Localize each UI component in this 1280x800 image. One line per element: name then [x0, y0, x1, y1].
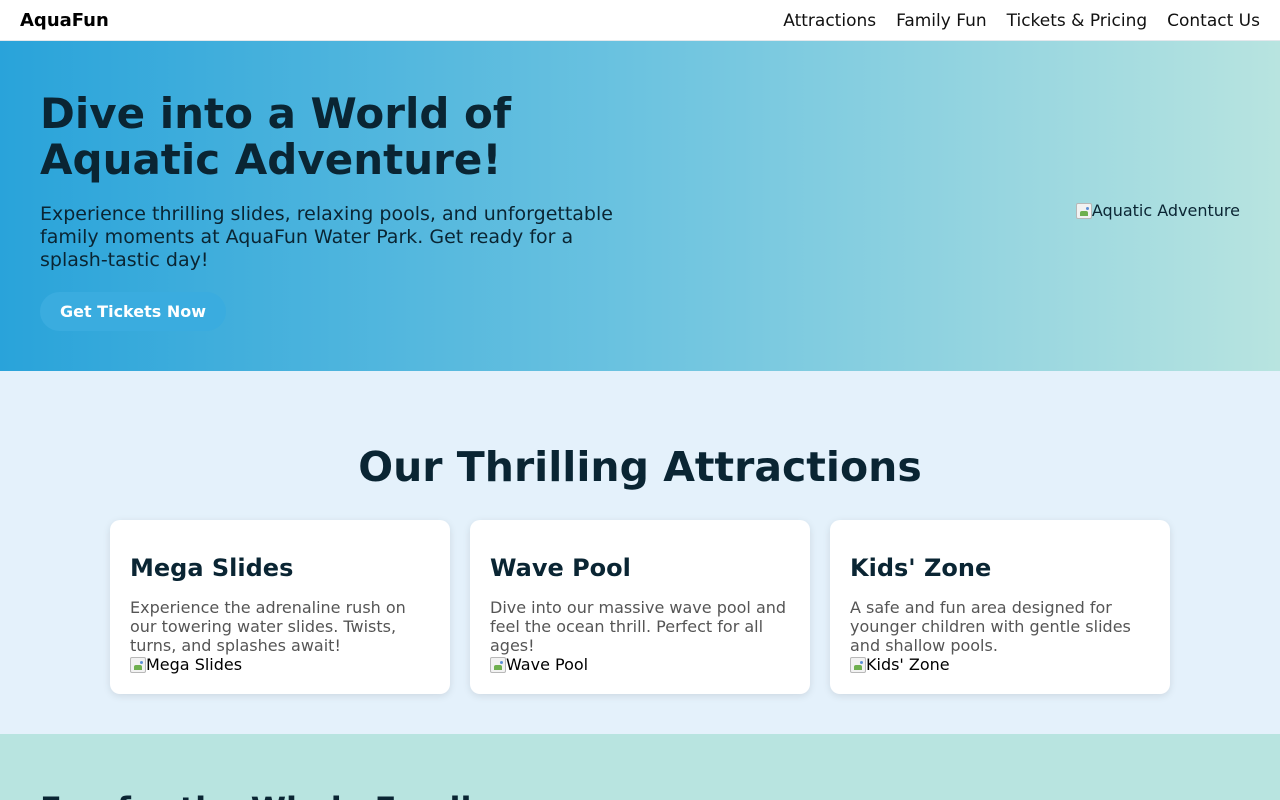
nav-link-tickets-pricing[interactable]: Tickets & Pricing — [1007, 10, 1148, 32]
card-image-alt: Mega Slides — [146, 655, 243, 674]
card-image: Wave Pool — [490, 655, 588, 674]
brand-logo[interactable]: AquaFun — [20, 10, 109, 32]
nav-link-contact-us[interactable]: Contact Us — [1167, 10, 1260, 32]
hero-description: Experience thrilling slides, relaxing po… — [40, 203, 613, 271]
hero-section: Dive into a World of Aquatic Adventure! … — [0, 41, 1280, 371]
broken-image-icon — [1075, 202, 1092, 219]
broken-image-icon — [850, 656, 866, 673]
attraction-card-kids-zone[interactable]: Kids' Zone A safe and fun area designed … — [830, 520, 1170, 694]
nav-links: Attractions Family Fun Tickets & Pricing… — [783, 10, 1260, 32]
attractions-title: Our Thrilling Attractions — [358, 443, 922, 491]
card-title: Mega Slides — [130, 554, 294, 582]
hero-image-alt: Aquatic Adventure — [1091, 201, 1240, 220]
attraction-card-wave-pool[interactable]: Wave Pool Dive into our massive wave poo… — [470, 520, 810, 694]
card-title: Wave Pool — [490, 554, 631, 582]
card-description: Experience the adrenaline rush on our to… — [130, 598, 406, 655]
attraction-card-mega-slides[interactable]: Mega Slides Experience the adrenaline ru… — [110, 520, 450, 694]
card-image-alt: Kids' Zone — [866, 655, 950, 674]
get-tickets-button[interactable]: Get Tickets Now — [40, 292, 226, 331]
broken-image-icon — [490, 656, 506, 673]
top-navbar: AquaFun Attractions Family Fun Tickets &… — [0, 0, 1280, 41]
broken-image-icon — [130, 656, 146, 673]
card-title: Kids' Zone — [850, 554, 992, 582]
hero-image: Aquatic Adventure — [1075, 201, 1240, 220]
card-image: Mega Slides — [130, 655, 242, 674]
family-title: Fun for the Whole Family — [40, 790, 492, 800]
hero-title: Dive into a World of Aquatic Adventure! — [40, 89, 512, 184]
family-section: Fun for the Whole Family — [0, 734, 1280, 800]
card-description: Dive into our massive wave pool and feel… — [490, 598, 787, 655]
card-description: A safe and fun area designed for younger… — [850, 598, 1131, 655]
card-image-alt: Wave Pool — [506, 655, 589, 674]
nav-link-attractions[interactable]: Attractions — [783, 10, 876, 32]
attractions-section: Our Thrilling Attractions Mega Slides Ex… — [0, 371, 1280, 734]
card-image: Kids' Zone — [850, 655, 950, 674]
nav-link-family-fun[interactable]: Family Fun — [896, 10, 987, 32]
